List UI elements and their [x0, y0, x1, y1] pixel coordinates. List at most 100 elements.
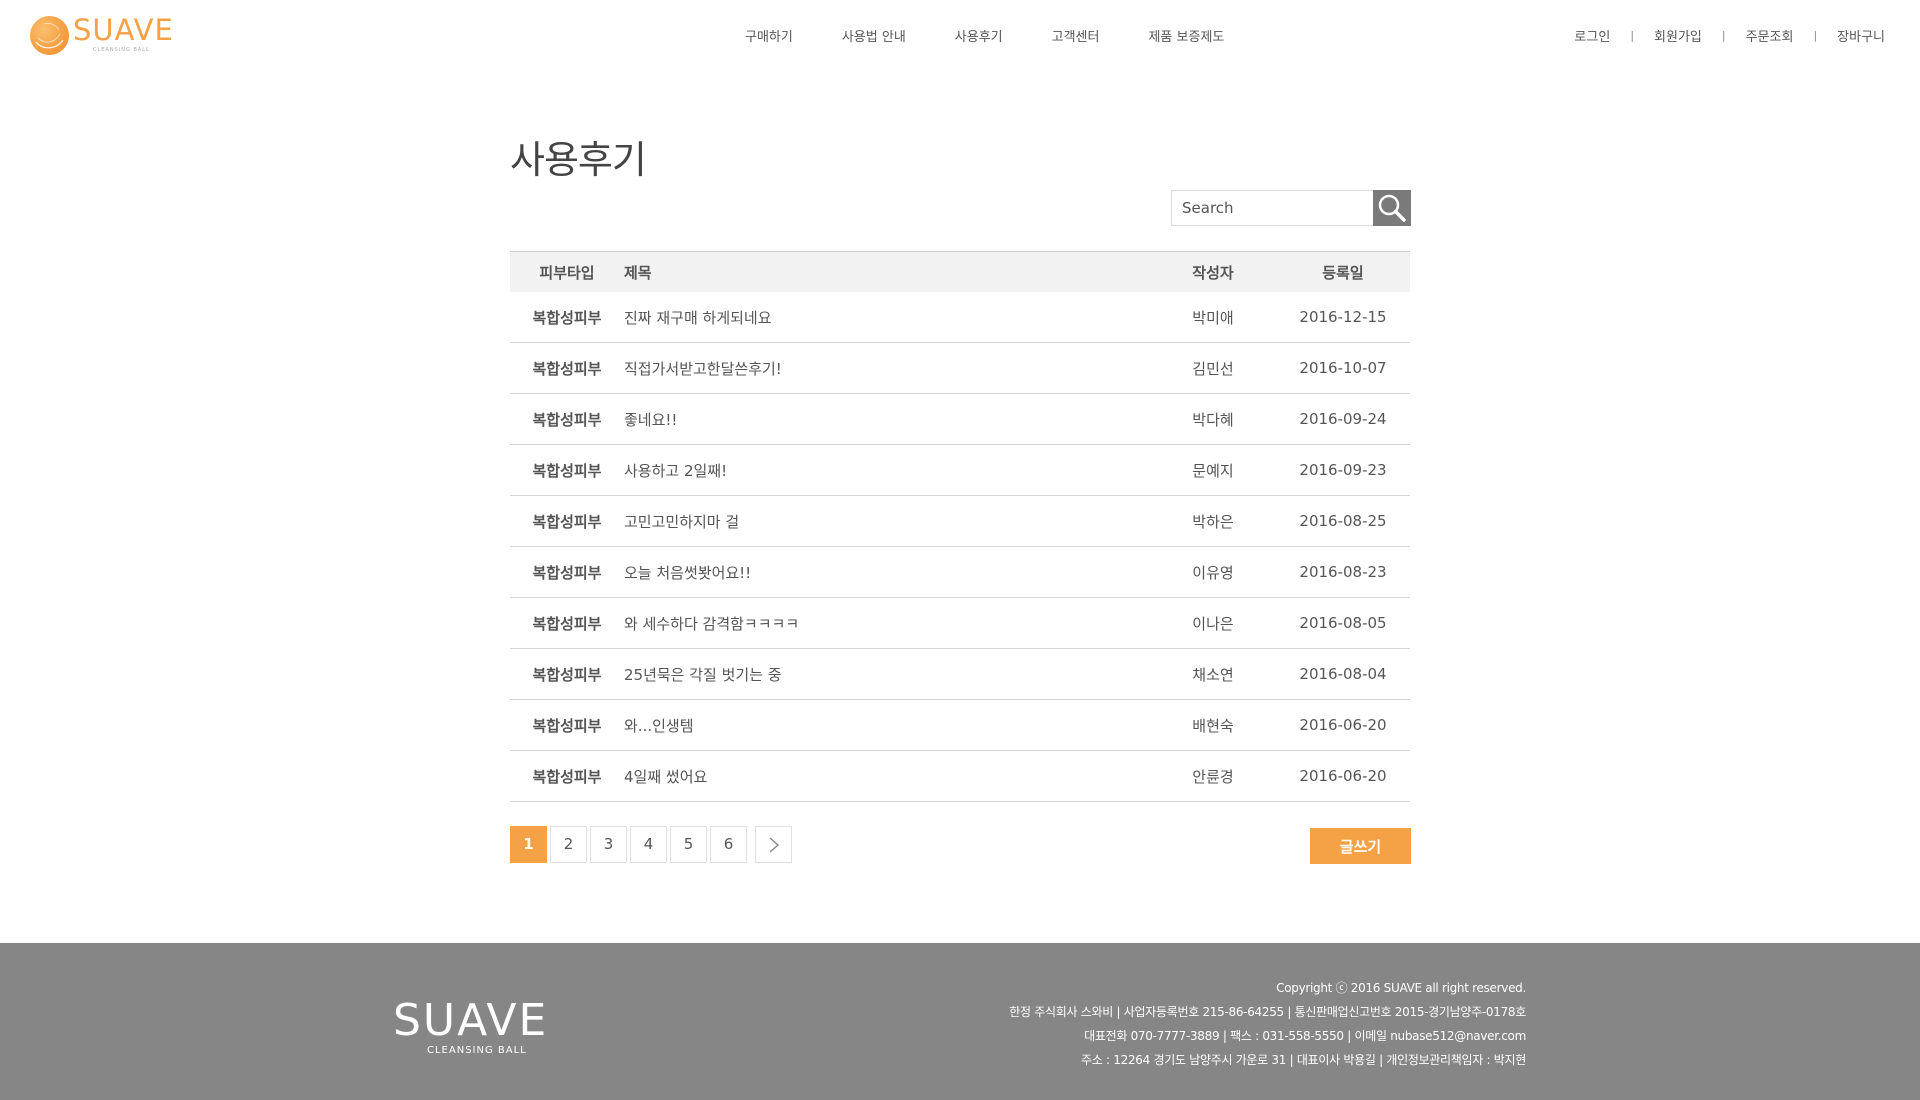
page-button-1[interactable]: 1: [510, 826, 547, 863]
site-footer: SUAVE CLEANSING BALL Copyright ⓒ 2016 SU…: [0, 943, 1920, 1100]
row-title[interactable]: 25년묵은 각질 벗기는 중: [624, 664, 1150, 685]
row-author: 안륜경: [1192, 767, 1234, 786]
row-date: 2016-06-20: [1299, 716, 1387, 734]
page-button-4[interactable]: 4: [630, 826, 667, 863]
row-date: 2016-09-23: [1299, 461, 1387, 479]
row-author: 박다혜: [1192, 410, 1234, 429]
util-divider: |: [1813, 29, 1818, 42]
row-date: 2016-06-20: [1299, 767, 1387, 785]
order-lookup-link[interactable]: 주문조회: [1746, 26, 1794, 45]
logo-wordmark: SUAVE: [73, 13, 174, 47]
row-title[interactable]: 고민고민하지마 걸: [624, 511, 1150, 532]
review-table: 피부타입 제목 작성자 등록일 복합성피부 진짜 재구매 하게되네요 박미애 2016…: [510, 251, 1410, 802]
row-title[interactable]: 직접가서받고한달쓴후기!: [624, 358, 1150, 379]
table-row[interactable]: 복합성피부 좋네요!! 박다혜 2016-09-24: [510, 394, 1410, 445]
row-date: 2016-10-07: [1299, 359, 1387, 377]
table-row[interactable]: 복합성피부 진짜 재구매 하게되네요 박미애 2016-12-15: [510, 292, 1410, 343]
cart-link[interactable]: 장바구니: [1837, 26, 1885, 45]
nav-item-how-to-use[interactable]: 사용법 안내: [842, 26, 906, 45]
search-button[interactable]: [1373, 190, 1411, 226]
row-title[interactable]: 사용하고 2일째!: [624, 460, 1150, 481]
row-skin-type: 복합성피부: [532, 665, 602, 684]
company-info: Copyright ⓒ 2016 SUAVE all right reserve…: [1009, 976, 1526, 1072]
table-body: 복합성피부 진짜 재구매 하게되네요 박미애 2016-12-15 복합성피부 직접가서받…: [510, 292, 1410, 802]
pagination: 1 2 3 4 5 6: [510, 826, 795, 863]
column-header-title: 제목: [624, 263, 652, 282]
row-date: 2016-08-23: [1299, 563, 1387, 581]
footer-logo-tagline: CLEANSING BALL: [427, 1045, 527, 1056]
row-skin-type: 복합성피부: [532, 716, 602, 735]
business-registration-text: 한정 주식회사 스와비 | 사업자등록번호 215-86-64255 | 통신판…: [1009, 1005, 1526, 1019]
login-link[interactable]: 로그인: [1574, 26, 1610, 45]
table-header: 피부타입 제목 작성자 등록일: [510, 252, 1410, 292]
table-row[interactable]: 복합성피부 직접가서받고한달쓴후기! 김민선 2016-10-07: [510, 343, 1410, 394]
write-button[interactable]: 글쓰기: [1310, 828, 1411, 864]
row-title[interactable]: 좋네요!!: [624, 409, 1150, 430]
utility-menu: 로그인 | 회원가입 | 주문조회 | 장바구니: [1574, 26, 1885, 45]
page-button-2[interactable]: 2: [550, 826, 587, 863]
table-row[interactable]: 복합성피부 4일째 썼어요 안륜경 2016-06-20: [510, 751, 1410, 802]
row-date: 2016-09-24: [1299, 410, 1387, 428]
row-author: 채소연: [1192, 665, 1234, 684]
copyright-text: Copyright ⓒ 2016 SUAVE all right reserve…: [1276, 981, 1526, 995]
row-title[interactable]: 와 세수하다 감격함ㅋㅋㅋㅋ: [624, 613, 1150, 634]
table-row[interactable]: 복합성피부 25년묵은 각질 벗기는 중 채소연 2016-08-04: [510, 649, 1410, 700]
column-header-skin-type: 피부타입: [539, 263, 595, 282]
util-divider: |: [1630, 29, 1635, 42]
table-row[interactable]: 복합성피부 와...인생템 배현숙 2016-06-20: [510, 700, 1410, 751]
row-skin-type: 복합성피부: [532, 359, 602, 378]
next-page-button[interactable]: [755, 826, 792, 863]
search-box: [1171, 190, 1411, 226]
row-skin-type: 복합성피부: [532, 512, 602, 531]
footer-logo: SUAVE CLEANSING BALL: [393, 998, 583, 1058]
row-author: 이나은: [1192, 614, 1234, 633]
row-title[interactable]: 오늘 처음썻봣어요!!: [624, 562, 1150, 583]
row-date: 2016-08-25: [1299, 512, 1387, 530]
column-header-author: 작성자: [1192, 263, 1234, 282]
row-date: 2016-12-15: [1299, 308, 1387, 326]
table-row[interactable]: 복합성피부 오늘 처음썻봣어요!! 이유영 2016-08-23: [510, 547, 1410, 598]
nav-item-reviews[interactable]: 사용후기: [955, 26, 1003, 45]
search-icon: [1378, 194, 1406, 222]
row-title[interactable]: 와...인생템: [624, 715, 1150, 736]
row-author: 김민선: [1192, 359, 1234, 378]
page-button-5[interactable]: 5: [670, 826, 707, 863]
site-header: SUAVE CLEANSING BALL 구매하기 사용법 안내 사용후기 고객…: [0, 0, 1920, 80]
contact-text: 대표전화 070-7777-3889 | 팩스 : 031-558-5550 |…: [1084, 1029, 1526, 1043]
cleansing-ball-icon: [30, 16, 69, 55]
footer-logo-wordmark: SUAVE: [393, 995, 549, 1046]
table-row[interactable]: 복합성피부 와 세수하다 감격함ㅋㅋㅋㅋ 이나은 2016-08-05: [510, 598, 1410, 649]
row-author: 박미애: [1192, 308, 1234, 327]
row-author: 문예지: [1192, 461, 1234, 480]
logo-tagline: CLEANSING BALL: [93, 47, 150, 53]
nav-item-customer-center[interactable]: 고객센터: [1052, 26, 1100, 45]
row-skin-type: 복합성피부: [532, 767, 602, 786]
row-date: 2016-08-04: [1299, 665, 1387, 683]
address-text: 주소 : 12264 경기도 남양주시 가운로 31 | 대표이사 박용길 | …: [1081, 1053, 1526, 1067]
chevron-right-icon: [769, 837, 779, 853]
row-skin-type: 복합성피부: [532, 461, 602, 480]
row-title[interactable]: 진짜 재구매 하게되네요: [624, 307, 1150, 328]
row-skin-type: 복합성피부: [532, 410, 602, 429]
row-skin-type: 복합성피부: [532, 614, 602, 633]
row-skin-type: 복합성피부: [532, 563, 602, 582]
brand-logo[interactable]: SUAVE CLEANSING BALL: [30, 13, 190, 58]
search-input[interactable]: [1172, 191, 1372, 225]
row-title[interactable]: 4일째 썼어요: [624, 766, 1150, 787]
column-header-date: 등록일: [1322, 263, 1364, 282]
page-button-6[interactable]: 6: [710, 826, 747, 863]
nav-item-warranty[interactable]: 제품 보증제도: [1148, 26, 1224, 45]
row-date: 2016-08-05: [1299, 614, 1387, 632]
row-skin-type: 복합성피부: [532, 308, 602, 327]
main-nav: 구매하기 사용법 안내 사용후기 고객센터 제품 보증제도: [745, 26, 1273, 45]
row-author: 이유영: [1192, 563, 1234, 582]
join-link[interactable]: 회원가입: [1654, 26, 1702, 45]
nav-item-purchase[interactable]: 구매하기: [745, 26, 793, 45]
util-divider: |: [1721, 29, 1726, 42]
page-title: 사용후기: [510, 138, 647, 183]
row-author: 배현숙: [1192, 716, 1234, 735]
row-author: 박하은: [1192, 512, 1234, 531]
page-button-3[interactable]: 3: [590, 826, 627, 863]
table-row[interactable]: 복합성피부 사용하고 2일째! 문예지 2016-09-23: [510, 445, 1410, 496]
table-row[interactable]: 복합성피부 고민고민하지마 걸 박하은 2016-08-25: [510, 496, 1410, 547]
